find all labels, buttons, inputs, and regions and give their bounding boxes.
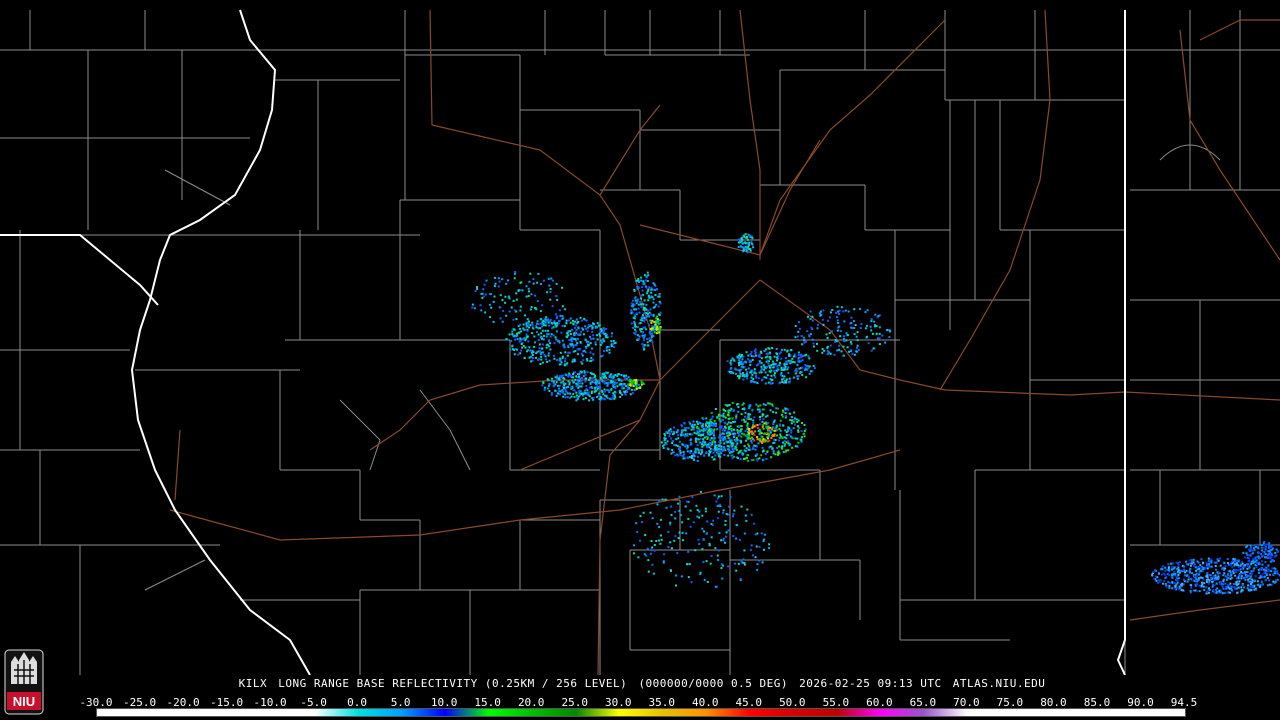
highways — [169, 9, 1280, 675]
scan-datetime: 2026-02-25 09:13 UTC — [799, 677, 942, 690]
radar-map — [0, 9, 1280, 675]
radar-echoes — [471, 233, 1280, 595]
county-boundaries — [0, 10, 1280, 675]
logo-text: NIU — [13, 694, 35, 709]
colorbar-labels: -30.0 -25.0 -20.0 -15.0 -10.0 -5.0 0.0 5.0 10.0 1… — [79, 696, 1197, 709]
station-id: KILX — [238, 677, 268, 690]
scan-info: (000000/0000 0.5 DEG) — [638, 677, 789, 690]
reflectivity-colorbar — [96, 708, 1186, 717]
product-caption: KILX LONG RANGE BASE REFLECTIVITY (0.25K… — [0, 677, 1280, 690]
source-site: ATLAS.NIU.EDU — [952, 677, 1046, 690]
product-name: LONG RANGE BASE REFLECTIVITY (0.25KM / 2… — [278, 677, 628, 690]
